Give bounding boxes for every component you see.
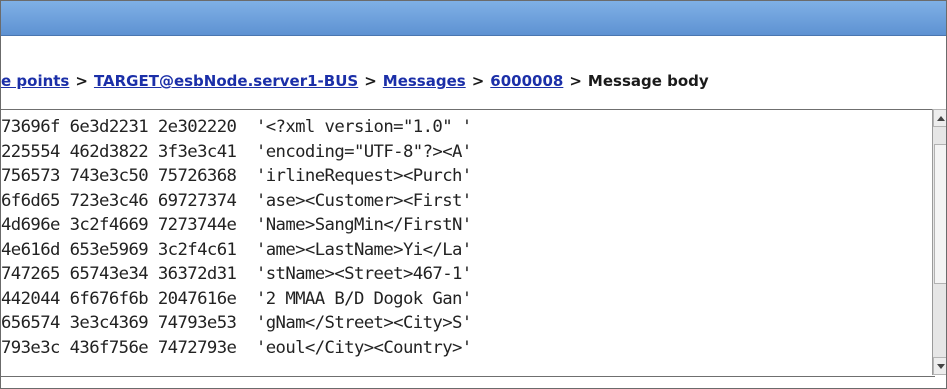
breadcrumb: e points > TARGET@esbNode.server1-BUS > Mess… bbox=[1, 72, 709, 98]
message-body-textarea[interactable]: 73696f 6e3d2231 2e302220 '<?xml version=… bbox=[1, 109, 935, 377]
hex-row: 442044 6f676f6b 2047616e '2 MMAA B/D Dog… bbox=[1, 288, 472, 309]
breadcrumb-link-endpoints[interactable]: e points bbox=[1, 72, 69, 90]
breadcrumb-separator: > bbox=[75, 72, 88, 90]
hex-row: 73696f 6e3d2231 2e302220 '<?xml version=… bbox=[1, 117, 472, 137]
breadcrumb-separator: > bbox=[364, 72, 377, 90]
breadcrumb-link-target[interactable]: TARGET@esbNode.server1-BUS bbox=[94, 72, 358, 90]
hex-row: 756573 743e3c50 75726368 'irlineRequest>… bbox=[1, 166, 472, 186]
breadcrumb-link-messages[interactable]: Messages bbox=[383, 72, 466, 90]
breadcrumb-separator: > bbox=[569, 72, 582, 90]
hex-row: 793e3c 436f756e 7472793e 'eoul</City><Co… bbox=[1, 337, 472, 358]
hex-row: 747265 65743e34 36372d31 'stName><Street… bbox=[1, 264, 472, 284]
chevron-down-icon bbox=[936, 363, 945, 369]
window-frame: e points > TARGET@esbNode.server1-BUS > Mess… bbox=[0, 0, 947, 389]
breadcrumb-separator: > bbox=[471, 72, 485, 90]
chevron-up-icon bbox=[936, 115, 945, 121]
vertical-scrollbar[interactable] bbox=[932, 109, 946, 375]
hex-row: 6f6d65 723e3c46 69727374 'ase><Customer>… bbox=[1, 190, 472, 211]
hex-row: 4d696e 3c2f4669 7273744e 'Name>SangMin</… bbox=[1, 215, 472, 235]
title-bar bbox=[1, 1, 946, 36]
hex-row: 4e616d 653e5969 3c2f4c61 'ame><LastName>… bbox=[1, 239, 472, 260]
hex-row: 225554 462d3822 3f3e3c41 'encoding="UTF-… bbox=[1, 141, 472, 162]
scroll-down-button[interactable] bbox=[933, 357, 946, 375]
scroll-up-button[interactable] bbox=[933, 109, 946, 127]
hex-row: 656574 3e3c4369 74793e53 'gNam</Street><… bbox=[1, 313, 472, 333]
breadcrumb-link-message-id[interactable]: 6000008 bbox=[490, 72, 563, 90]
scrollbar-thumb[interactable] bbox=[934, 144, 946, 284]
hex-dump: 73696f 6e3d2231 2e302220 '<?xml version=… bbox=[1, 115, 935, 360]
breadcrumb-current-page: Message body bbox=[587, 72, 709, 90]
